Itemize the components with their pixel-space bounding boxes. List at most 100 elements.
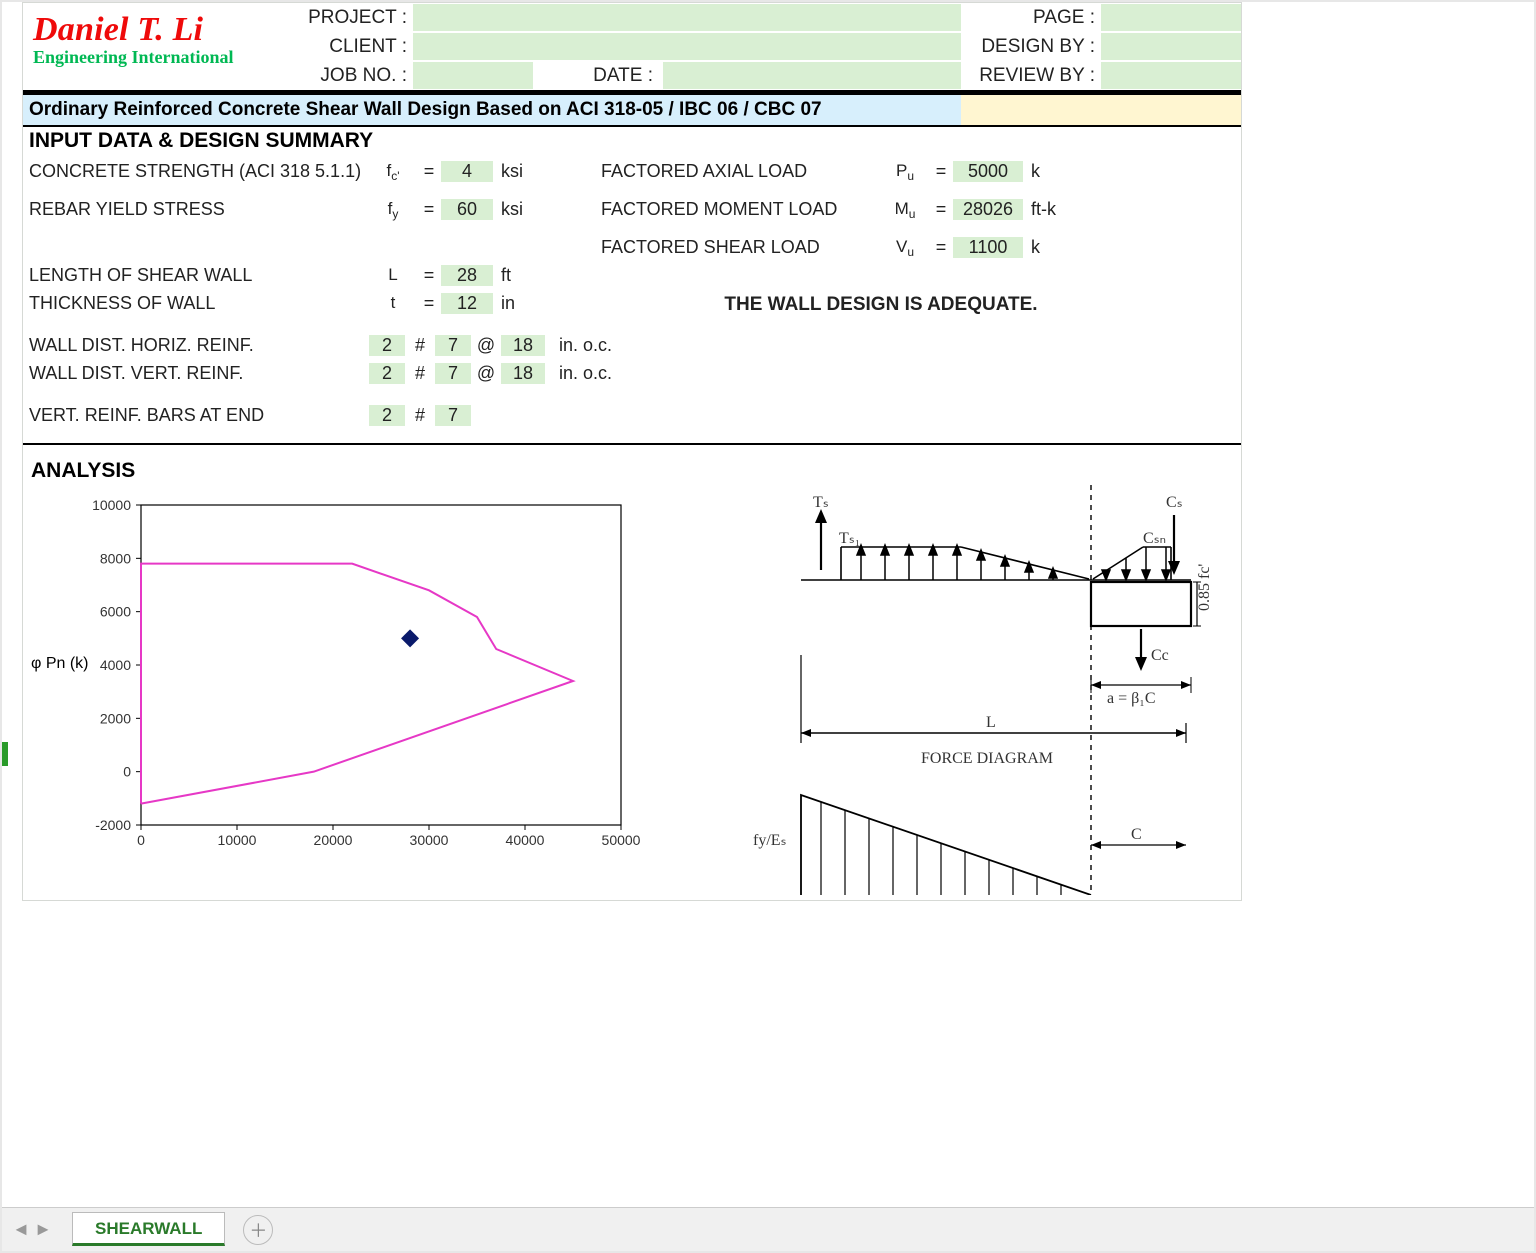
page-label: PAGE : [961,7,1101,29]
hr-c[interactable]: 18 [501,335,545,356]
svg-text:50000: 50000 [602,832,641,848]
client-label: CLIENT : [293,36,413,58]
pu-value[interactable]: 5000 [953,161,1023,182]
jobno-label: JOB NO. : [293,65,413,87]
fy-value[interactable]: 60 [441,199,493,220]
tab-next-icon[interactable]: ► [34,1219,52,1240]
client-field[interactable] [413,33,961,60]
jobno-field[interactable] [413,62,533,89]
length-label: LENGTH OF SHEAR WALL [29,265,369,286]
eb-b[interactable]: 7 [435,405,471,426]
svg-text:-2000: -2000 [95,817,131,833]
svg-text:0: 0 [137,832,145,848]
reviewby-label: REVIEW BY : [961,65,1101,87]
L-value[interactable]: 28 [441,265,493,286]
pu-label: FACTORED AXIAL LOAD [601,161,881,182]
svg-text:L: L [986,714,996,731]
app-window: Daniel T. Li Engineering International P… [0,0,1536,1253]
adequacy-result: THE WALL DESIGN IS ADEQUATE. [601,288,1161,318]
header: Daniel T. Li Engineering International P… [23,3,1241,94]
fy-unit: ksi [493,199,541,220]
tab-prev-icon[interactable]: ◄ [12,1219,30,1240]
vu-symbol: Vu [881,237,929,257]
date-label: DATE : [533,65,663,87]
title-yellow-field[interactable] [961,94,1241,127]
chart-svg: -200002000400060008000100000100002000030… [31,485,651,885]
t-unit: in [493,293,541,314]
svg-text:20000: 20000 [314,832,353,848]
mu-symbol: Mu [881,199,929,219]
svg-text:0: 0 [123,764,131,780]
row-marker [2,742,8,766]
svg-text:a = β₁C: a = β₁C [1107,690,1156,707]
project-label: PROJECT : [293,7,413,29]
svg-text:4000: 4000 [100,657,131,673]
vr-c[interactable]: 18 [501,363,545,384]
vr-a[interactable]: 2 [369,363,405,384]
fc-value[interactable]: 4 [441,161,493,182]
brand-subtitle: Engineering International [33,47,287,68]
eb-a[interactable]: 2 [369,405,405,426]
input-body: CONCRETE STRENGTH (ACI 318 5.1.1) fc' = … [23,155,1241,435]
svg-text:fy/Eₛ: fy/Eₛ [753,832,787,849]
hr-unit: in. o.c. [545,335,612,356]
reviewby-field[interactable] [1101,62,1241,89]
vert-reinf-label: WALL DIST. VERT. REINF. [29,363,369,384]
worksheet: Daniel T. Li Engineering International P… [22,2,1242,901]
title-bar: Ordinary Reinforced Concrete Shear Wall … [23,94,1241,127]
header-right: PAGE : DESIGN BY : REVIEW BY : [961,3,1241,90]
svg-text:FORCE DIAGRAM: FORCE DIAGRAM [921,750,1053,767]
project-field[interactable] [413,4,961,31]
section-input-heading: INPUT DATA & DESIGN SUMMARY [23,127,1241,155]
fc-symbol: fc' [369,161,417,181]
horiz-reinf-label: WALL DIST. HORIZ. REINF. [29,335,369,356]
end-bars-label: VERT. REINF. BARS AT END [29,405,369,426]
sheet-tab-shearwall[interactable]: SHEARWALL [72,1212,225,1246]
mu-value[interactable]: 28026 [953,199,1023,220]
svg-text:2000: 2000 [100,710,131,726]
thickness-label: THICKNESS OF WALL [29,293,369,314]
logo-block: Daniel T. Li Engineering International [23,3,293,90]
doc-title: Ordinary Reinforced Concrete Shear Wall … [23,94,961,127]
section-analysis-heading: ANALYSIS [31,457,1233,485]
force-diagram-svg: Tₛ Cₛ Tₛ₁ Cₛₙ [711,485,1231,895]
vr-b[interactable]: 7 [435,363,471,384]
vu-label: FACTORED SHEAR LOAD [601,237,881,258]
svg-text:Tₛ₁: Tₛ₁ [839,530,860,547]
svg-text:Cc: Cc [1151,647,1169,664]
svg-text:8000: 8000 [100,550,131,566]
sheet-tabs-bar: ◄ ► SHEARWALL ＋ [2,1207,1534,1251]
vu-unit: k [1023,237,1071,258]
designby-field[interactable] [1101,33,1241,60]
brand-name: Daniel T. Li [33,11,287,49]
interaction-chart: φ Pn (k) -200002000400060008000100000100… [31,485,671,895]
svg-text:Cₛₙ: Cₛₙ [1143,530,1166,547]
vr-unit: in. o.c. [545,363,612,384]
L-symbol: L [369,265,417,285]
mu-unit: ft-k [1023,199,1071,220]
force-diagram: Tₛ Cₛ Tₛ₁ Cₛₙ [671,485,1233,900]
add-sheet-button[interactable]: ＋ [243,1215,273,1245]
page-field[interactable] [1101,4,1241,31]
at-symbol: @ [471,335,501,356]
designby-label: DESIGN BY : [961,36,1101,58]
date-field[interactable] [663,62,961,89]
vu-value[interactable]: 1100 [953,237,1023,258]
hr-a[interactable]: 2 [369,335,405,356]
svg-text:0.85 fc': 0.85 fc' [1196,564,1213,611]
t-value[interactable]: 12 [441,293,493,314]
header-mid: PROJECT : CLIENT : JOB NO. : DATE : [293,3,961,90]
tab-nav: ◄ ► [12,1219,52,1240]
svg-text:Tₛ: Tₛ [813,494,829,511]
svg-text:Cₛ: Cₛ [1166,494,1183,511]
svg-text:C: C [1131,826,1142,843]
pu-unit: k [1023,161,1071,182]
mu-label: FACTORED MOMENT LOAD [601,199,881,220]
fy-label: REBAR YIELD STRESS [29,199,369,220]
t-symbol: t [369,293,417,313]
hash: # [405,335,435,356]
svg-text:10000: 10000 [218,832,257,848]
hr-b[interactable]: 7 [435,335,471,356]
svg-text:40000: 40000 [506,832,545,848]
equals: = [417,161,441,182]
